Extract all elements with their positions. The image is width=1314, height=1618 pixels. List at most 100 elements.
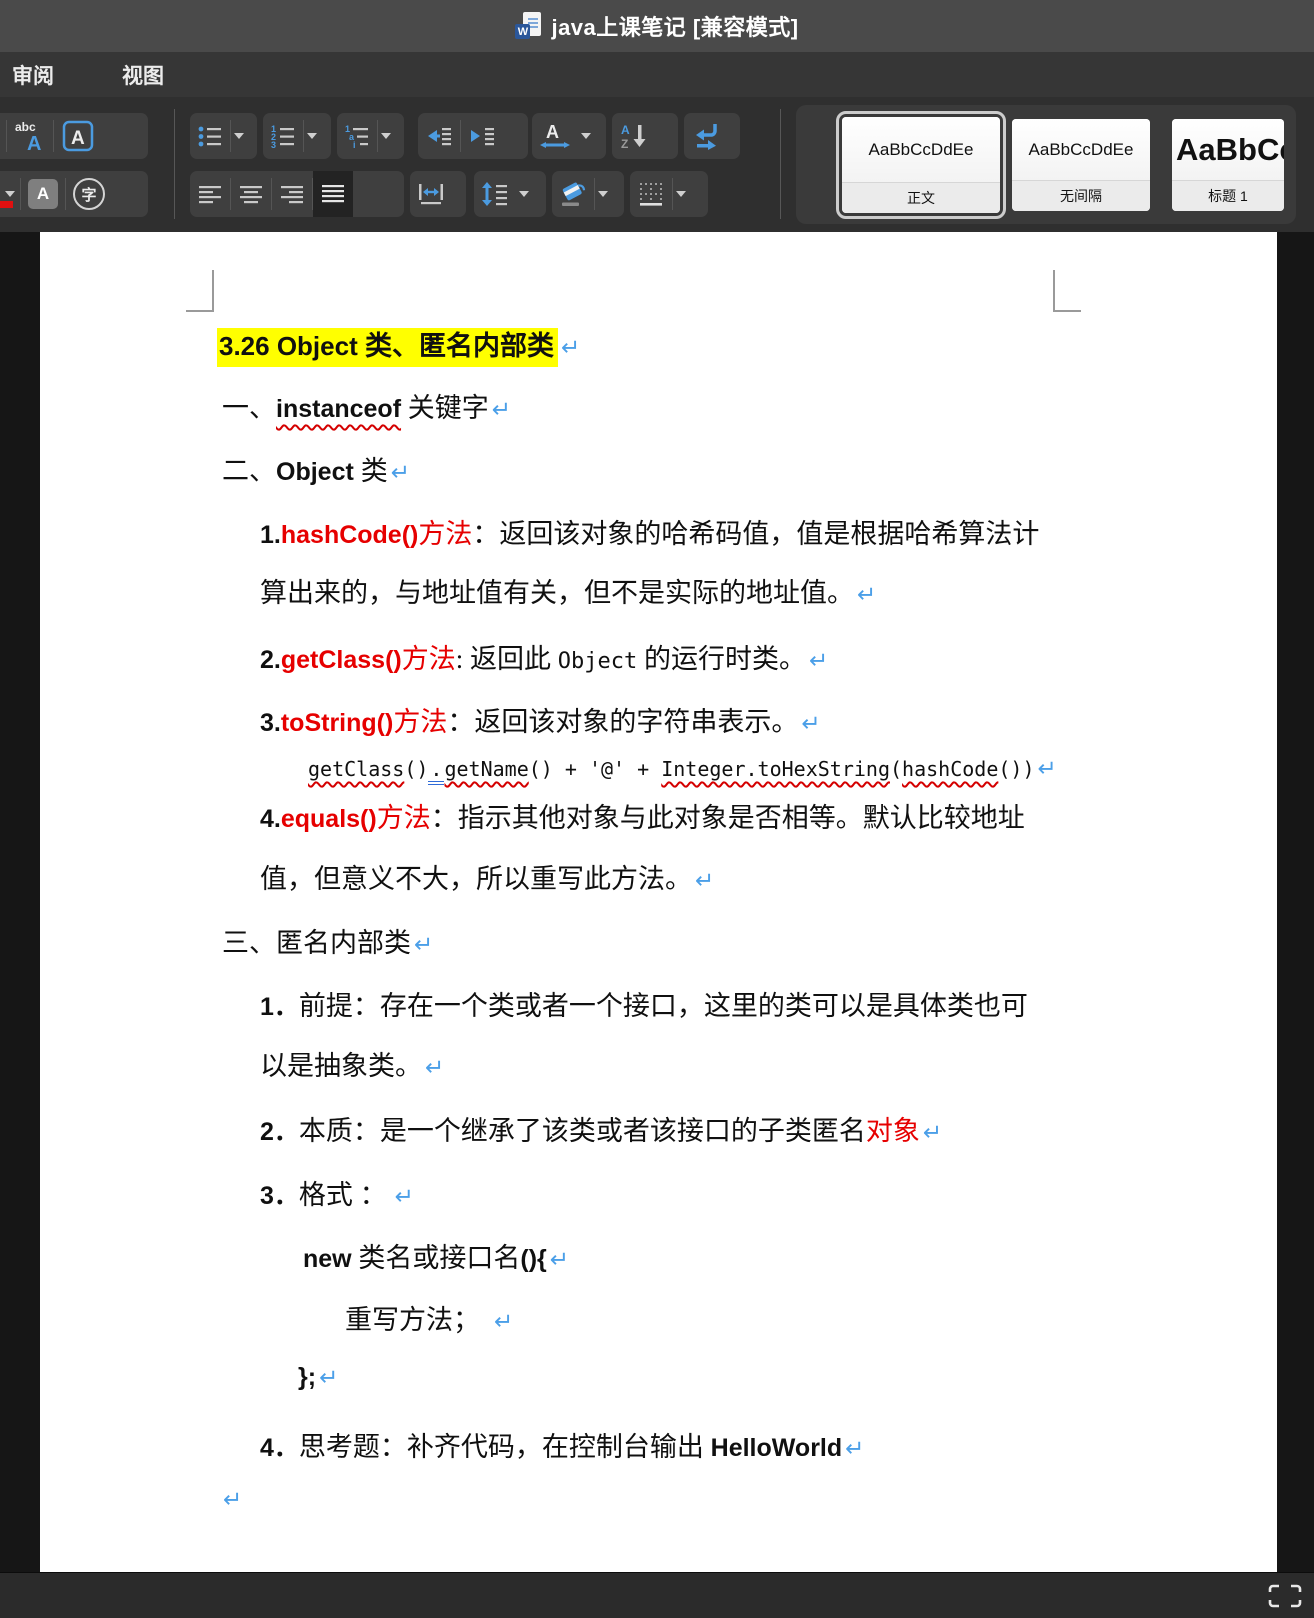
borders-button[interactable] — [630, 171, 672, 217]
line-spacing-button[interactable] — [474, 171, 516, 217]
align-left-icon — [197, 181, 223, 207]
style-preview: AaBbCcDdEe — [1172, 119, 1284, 180]
style-preview: AaBbCcDdEe — [1012, 119, 1150, 180]
tab-view[interactable]: 视图 — [104, 52, 182, 97]
align-right-icon — [279, 181, 305, 207]
paint-bucket-icon — [559, 180, 587, 208]
svg-text:A: A — [27, 133, 41, 153]
svg-text:Z: Z — [621, 137, 628, 150]
enclose-characters-button[interactable]: 字 — [66, 171, 112, 217]
chevron-down-icon[interactable] — [581, 133, 591, 139]
chevron-down-icon[interactable] — [234, 133, 244, 139]
document-page[interactable]: 3.26 Object 类、匿名内部类↵ 一、instanceof 关键字↵ 二… — [40, 232, 1277, 1572]
font-color-button[interactable] — [0, 171, 20, 217]
character-shading-icon: A — [28, 179, 58, 209]
align-right-button[interactable] — [272, 171, 312, 217]
svg-text:abc: abc — [15, 120, 36, 134]
chevron-down-icon[interactable] — [519, 191, 529, 197]
shading-button[interactable] — [552, 171, 594, 217]
marks-group — [684, 113, 740, 159]
line-spacing-icon — [481, 181, 509, 207]
margin-corner-mark — [186, 270, 214, 312]
paragraph: 算出来的，与地址值有关，但不是实际的地址值。↵ — [260, 571, 876, 610]
svg-text:A: A — [621, 123, 630, 137]
focus-mode-button[interactable] — [1268, 1584, 1302, 1608]
align-center-button[interactable] — [231, 171, 271, 217]
document-area: 3.26 Object 类、匿名内部类↵ 一、instanceof 关键字↵ 二… — [0, 232, 1314, 1572]
asian-layout-group: A — [532, 113, 606, 159]
bullets-button[interactable] — [190, 113, 230, 159]
align-left-button[interactable] — [190, 171, 230, 217]
sort-button[interactable]: A Z — [612, 113, 656, 159]
chevron-down-icon[interactable] — [381, 133, 391, 139]
bullets-group — [190, 113, 257, 159]
borders-icon — [637, 180, 665, 208]
chevron-down-icon[interactable] — [598, 191, 608, 197]
character-border-button[interactable]: A — [54, 113, 102, 159]
style-label: 标题 1 — [1172, 180, 1284, 211]
return-mark: ↵ — [391, 460, 410, 486]
sort-az-icon: A Z — [619, 122, 649, 150]
return-mark: ↵ — [395, 1184, 414, 1210]
paragraph: 2.getClass()方法: 返回此 Object 的运行时类。↵ — [260, 637, 828, 676]
paragraph-marks-icon — [691, 122, 721, 150]
numbering-group: 1 2 3 — [263, 113, 331, 159]
return-mark: ↵ — [845, 1436, 864, 1462]
paragraph: 值，但意义不大，所以重写此方法。↵ — [260, 857, 714, 896]
character-border-icon: A — [61, 119, 95, 153]
group-separator — [174, 109, 175, 219]
line-spacing-group — [474, 171, 546, 217]
style-card-body-text[interactable]: AaBbCcDdEe 正文 — [842, 117, 1000, 213]
return-mark: ↵ — [425, 1055, 444, 1081]
multilevel-list-button[interactable]: 1 a i — [337, 113, 377, 159]
paragraph: };↵ — [298, 1361, 338, 1392]
decrease-indent-button[interactable] — [418, 113, 460, 159]
character-shading-button[interactable]: A — [21, 171, 65, 217]
chevron-down-icon[interactable] — [676, 191, 686, 197]
clear-format-button[interactable]: A — [0, 113, 6, 159]
window-title: java上课笔记 [兼容模式] — [551, 10, 798, 42]
phonetic-guide-button[interactable]: abc A — [7, 113, 53, 159]
paragraph: 三、匿名内部类↵ — [222, 921, 433, 960]
chevron-down-icon[interactable] — [5, 191, 15, 197]
paragraph: 3.toString()方法：返回该对象的字符串表示。↵ — [260, 700, 821, 739]
style-gallery: AaBbCcDdEe 正文 AaBbCcDdEe 无间隔 AaBbCcDdEe … — [796, 105, 1296, 224]
svg-text:3: 3 — [271, 140, 276, 149]
title-bar: W java上课笔记 [兼容模式] — [0, 0, 1314, 52]
paragraph: 4．思考题：补齐代码，在控制台输出 HelloWorld↵ — [260, 1425, 864, 1464]
return-mark: ↵ — [492, 397, 511, 423]
distributed-group — [410, 171, 466, 217]
justify-button[interactable] — [313, 171, 353, 217]
return-mark: ↵ — [1038, 756, 1057, 782]
group-separator — [780, 109, 781, 219]
ribbon: A abc A A A — [0, 97, 1314, 232]
style-card-heading1[interactable]: AaBbCcDdEe 标题 1 — [1172, 119, 1284, 211]
style-card-no-spacing[interactable]: AaBbCcDdEe 无间隔 — [1012, 119, 1150, 211]
font-group-row1: A abc A A — [0, 113, 148, 159]
bullet-list-icon — [197, 123, 223, 149]
sort-group: A Z — [612, 113, 678, 159]
return-mark: ↵ — [414, 932, 433, 958]
distributed-button[interactable] — [410, 171, 452, 217]
return-mark: ↵ — [561, 335, 580, 361]
align-center-icon — [238, 181, 264, 207]
formatting-marks-button[interactable] — [684, 113, 728, 159]
style-label: 无间隔 — [1012, 180, 1150, 211]
status-bar — [0, 1572, 1314, 1618]
word-app-icon: W — [515, 11, 541, 41]
return-mark: ↵ — [923, 1120, 942, 1146]
style-preview: AaBbCcDdEe — [842, 117, 1000, 182]
return-mark: ↵ — [801, 711, 820, 737]
return-mark: ↵ — [319, 1365, 338, 1391]
paragraph: 一、instanceof 关键字↵ — [222, 386, 511, 425]
decrease-indent-icon — [425, 123, 453, 149]
chevron-down-icon[interactable] — [307, 133, 317, 139]
paragraph: new 类名或接口名(){↵ — [303, 1236, 569, 1275]
numbered-list-icon: 1 2 3 — [270, 123, 296, 149]
increase-indent-button[interactable] — [461, 113, 503, 159]
increase-indent-icon — [468, 123, 496, 149]
svg-text:A: A — [71, 128, 85, 149]
asian-layout-button[interactable]: A — [532, 113, 578, 159]
tab-review[interactable]: 审阅 — [0, 52, 72, 97]
numbering-button[interactable]: 1 2 3 — [263, 113, 303, 159]
